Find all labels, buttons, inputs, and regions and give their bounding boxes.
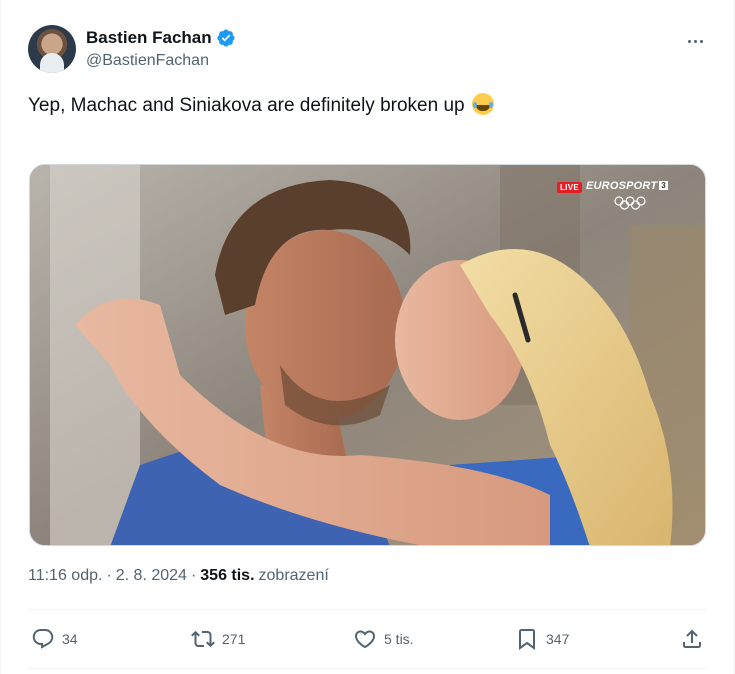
tweet-card: Bastien Fachan @BastienFachan Yep, Macha… xyxy=(0,0,735,674)
live-badge: LIVE xyxy=(557,182,582,193)
tweet-media-image[interactable]: LIVE EUROSPORT 3 xyxy=(29,164,706,546)
media-photo xyxy=(30,165,705,545)
verified-badge-icon[interactable] xyxy=(216,28,236,48)
tweet-text: Yep, Machac and Siniakova are definitely… xyxy=(28,93,707,119)
bookmark-button[interactable]: 347 xyxy=(515,623,569,655)
avatar[interactable] xyxy=(28,25,76,73)
author-handle[interactable]: @BastienFachan xyxy=(86,52,209,70)
like-button[interactable]: 5 tis. xyxy=(353,623,414,655)
retweet-icon xyxy=(191,630,215,648)
network-name: EUROSPORT xyxy=(586,180,658,192)
heart-icon xyxy=(354,630,376,649)
meta-separator: · xyxy=(190,567,197,584)
meta-separator: · xyxy=(106,567,112,584)
network-logo: EUROSPORT 3 xyxy=(586,180,668,192)
tweet-header: Bastien Fachan @BastienFachan xyxy=(28,25,707,77)
views-count[interactable]: 356 tis. xyxy=(200,567,254,585)
more-options-icon[interactable] xyxy=(683,31,707,51)
action-bar: 34 271 5 tis. 347 xyxy=(31,623,704,655)
share-button[interactable] xyxy=(680,623,704,655)
tweet-meta: 11:16 odp. · 2. 8. 2024 · 356 tis. zobra… xyxy=(28,567,329,585)
reply-count: 34 xyxy=(62,631,78,647)
bookmark-count: 347 xyxy=(546,631,570,647)
olympic-rings-icon xyxy=(614,196,646,210)
reply-button[interactable]: 34 xyxy=(31,623,78,655)
tweet-date[interactable]: 2. 8. 2024 xyxy=(116,567,187,585)
retweet-button[interactable]: 271 xyxy=(191,623,245,655)
retweet-count: 271 xyxy=(222,631,246,647)
divider xyxy=(28,668,707,669)
bookmark-icon xyxy=(519,629,535,650)
tweet-text-body: Yep, Machac and Siniakova are definitely… xyxy=(28,95,465,116)
like-count: 5 tis. xyxy=(384,631,414,647)
reply-icon xyxy=(32,629,54,649)
tweet-time[interactable]: 11:16 odp. xyxy=(28,567,102,585)
views-label: zobrazení xyxy=(258,567,329,584)
author-name-row: Bastien Fachan xyxy=(86,28,236,48)
laughing-emoji-icon xyxy=(471,93,494,115)
network-number: 3 xyxy=(659,181,668,190)
share-icon xyxy=(683,629,701,648)
author-display-name[interactable]: Bastien Fachan xyxy=(86,28,212,48)
divider xyxy=(28,609,707,610)
